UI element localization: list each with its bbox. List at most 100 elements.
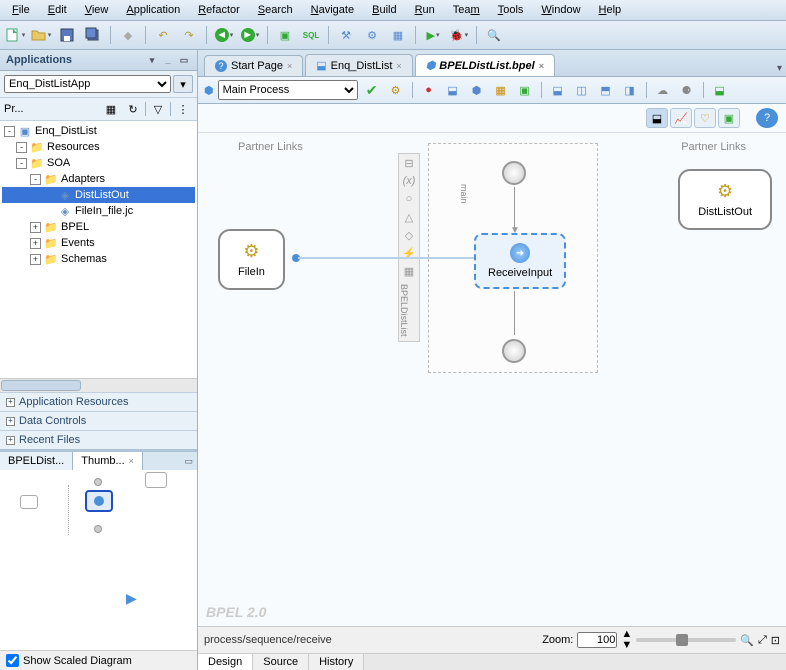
close-icon[interactable]: × [129, 456, 134, 466]
process-selector[interactable]: Main Process [218, 80, 358, 100]
panel-menu-icon[interactable]: ▾ [145, 53, 159, 67]
menu-help[interactable]: Help [591, 2, 630, 18]
tool-btn-3[interactable]: ⬓ [443, 80, 463, 100]
show-scaled-checkbox[interactable] [6, 654, 19, 667]
menu-refactor[interactable]: Refactor [190, 2, 248, 18]
menu-tools[interactable]: Tools [490, 2, 532, 18]
tree-scrollbar[interactable] [0, 378, 197, 392]
open-button[interactable]: ▾ [30, 24, 52, 46]
zoom-spinner[interactable]: ▲▼ [621, 629, 632, 651]
collapse-icon[interactable]: ⊟ [399, 154, 419, 172]
undo-button[interactable]: ↶ [152, 24, 174, 46]
build-button[interactable]: ⚒ [335, 24, 357, 46]
sql-icon[interactable]: SQL [300, 24, 322, 46]
rebuild-button[interactable]: ⚙ [361, 24, 383, 46]
tree-node-enq-distlist[interactable]: -▣Enq_DistList [2, 123, 195, 139]
menu-team[interactable]: Team [445, 2, 488, 18]
design-mode-btn[interactable]: ⬓ [646, 108, 668, 128]
test-mode-btn[interactable]: ♡ [694, 108, 716, 128]
editor-menu-icon[interactable]: ▾ [777, 63, 782, 74]
accordion-application-resources[interactable]: +Application Resources [0, 392, 197, 411]
tree-node-distlistout[interactable]: ◈DistListOut [2, 187, 195, 203]
menu-run[interactable]: Run [407, 2, 443, 18]
zoom-slider[interactable] [636, 638, 736, 642]
save-all-button[interactable] [82, 24, 104, 46]
tab-start-page[interactable]: ? Start Page × [204, 55, 303, 76]
menu-file[interactable]: File [4, 2, 38, 18]
thumbnail-canvas[interactable]: ▶ [0, 470, 197, 650]
tool-btn-7[interactable]: ⬓ [548, 80, 568, 100]
db-icon[interactable]: ▣ [274, 24, 296, 46]
back-button[interactable]: ◄▾ [213, 24, 235, 46]
thumb-tab-bpeldist[interactable]: BPELDist... [0, 452, 73, 470]
minimize-icon[interactable]: _ [161, 53, 175, 67]
project-tree[interactable]: -▣Enq_DistList-📁Resources-📁SOA-📁Adapters… [0, 121, 197, 378]
shield-icon[interactable]: ◆ [117, 24, 139, 46]
tree-node-adapters[interactable]: -📁Adapters [2, 171, 195, 187]
diamond-icon[interactable]: ◇ [399, 226, 419, 244]
tree-node-schemas[interactable]: +📁Schemas [2, 251, 195, 267]
tool-btn-6[interactable]: ▣ [515, 80, 535, 100]
redo-button[interactable]: ↷ [178, 24, 200, 46]
tool-btn-11[interactable]: ☁ [653, 80, 673, 100]
tool-btn-2[interactable]: ● [419, 80, 439, 100]
zoom-input[interactable] [577, 632, 617, 648]
tree-node-bpel[interactable]: +📁BPEL [2, 219, 195, 235]
save-button[interactable] [56, 24, 78, 46]
zoom-expand-icon[interactable]: ⤢ [758, 634, 767, 647]
distlistout-partner[interactable]: ⚙ DistListOut [678, 169, 772, 230]
thumb-restore-icon[interactable]: ▭ [184, 456, 193, 467]
filein-partner[interactable]: ⚙ FileIn [218, 229, 285, 290]
menu-navigate[interactable]: Navigate [303, 2, 362, 18]
tab-bpel-file[interactable]: ⬢ BPELDistList.bpel × [415, 54, 555, 76]
menu-view[interactable]: View [77, 2, 117, 18]
projects-tab[interactable]: Pr... [4, 103, 24, 115]
thumb-tab-thumb[interactable]: Thumb...× [73, 452, 143, 470]
close-icon[interactable]: × [287, 61, 292, 71]
tool-btn-9[interactable]: ⬒ [596, 80, 616, 100]
config-button[interactable]: ▦ [387, 24, 409, 46]
tool-btn-13[interactable]: ⬓ [710, 80, 730, 100]
tree-find-btn[interactable]: ⋮ [173, 100, 193, 118]
grid-icon[interactable]: ▦ [399, 262, 419, 280]
tree-view-btn[interactable]: ▦ [101, 100, 121, 118]
tree-refresh-btn[interactable]: ↻ [123, 100, 143, 118]
restore-icon[interactable]: ▭ [177, 53, 191, 67]
tab-enq-distlist[interactable]: ⬓ Enq_DistList × [305, 54, 412, 76]
tree-node-filein-file-jc[interactable]: ◈FileIn_file.jc [2, 203, 195, 219]
tool-btn-10[interactable]: ◨ [620, 80, 640, 100]
accordion-data-controls[interactable]: +Data Controls [0, 411, 197, 430]
accordion-recent-files[interactable]: +Recent Files [0, 430, 197, 449]
tool-btn-5[interactable]: ▦ [491, 80, 511, 100]
tree-node-soa[interactable]: -📁SOA [2, 155, 195, 171]
flash-icon[interactable]: ⚡ [399, 244, 419, 262]
monitor-mode-btn[interactable]: 📈 [670, 108, 692, 128]
menu-application[interactable]: Application [118, 2, 188, 18]
application-selector[interactable]: Enq_DistListApp [4, 75, 171, 93]
menu-window[interactable]: Window [533, 2, 588, 18]
tool-btn-8[interactable]: ◫ [572, 80, 592, 100]
help-button[interactable]: ? [756, 108, 778, 128]
tool-btn-12[interactable]: ⚈ [677, 80, 697, 100]
menu-search[interactable]: Search [250, 2, 301, 18]
bpel-canvas[interactable]: Partner Links Partner Links ⚙ FileIn ⚙ D… [198, 133, 786, 626]
receive-input-activity[interactable]: ➜ ReceiveInput [474, 233, 566, 289]
run-button[interactable]: ▶▾ [422, 24, 444, 46]
search-button[interactable]: 🔍 [483, 24, 505, 46]
tree-node-resources[interactable]: -📁Resources [2, 139, 195, 155]
image-mode-btn[interactable]: ▣ [718, 108, 740, 128]
validate-button[interactable]: ✔ [362, 80, 382, 100]
variable-icon[interactable]: (x) [399, 172, 419, 190]
circle-icon[interactable]: ○ [399, 190, 419, 208]
zoom-fit-icon[interactable]: 🔍 [740, 634, 754, 647]
start-node[interactable] [502, 161, 526, 185]
tool-btn-1[interactable]: ⚙ [386, 80, 406, 100]
menu-build[interactable]: Build [364, 2, 404, 18]
close-icon[interactable]: × [539, 61, 544, 71]
tree-node-events[interactable]: +📁Events [2, 235, 195, 251]
close-icon[interactable]: × [396, 61, 401, 71]
debug-button[interactable]: 🐞▾ [448, 24, 470, 46]
tool-btn-4[interactable]: ⬢ [467, 80, 487, 100]
tree-filter-btn[interactable]: ▽ [148, 100, 168, 118]
end-node[interactable] [502, 339, 526, 363]
